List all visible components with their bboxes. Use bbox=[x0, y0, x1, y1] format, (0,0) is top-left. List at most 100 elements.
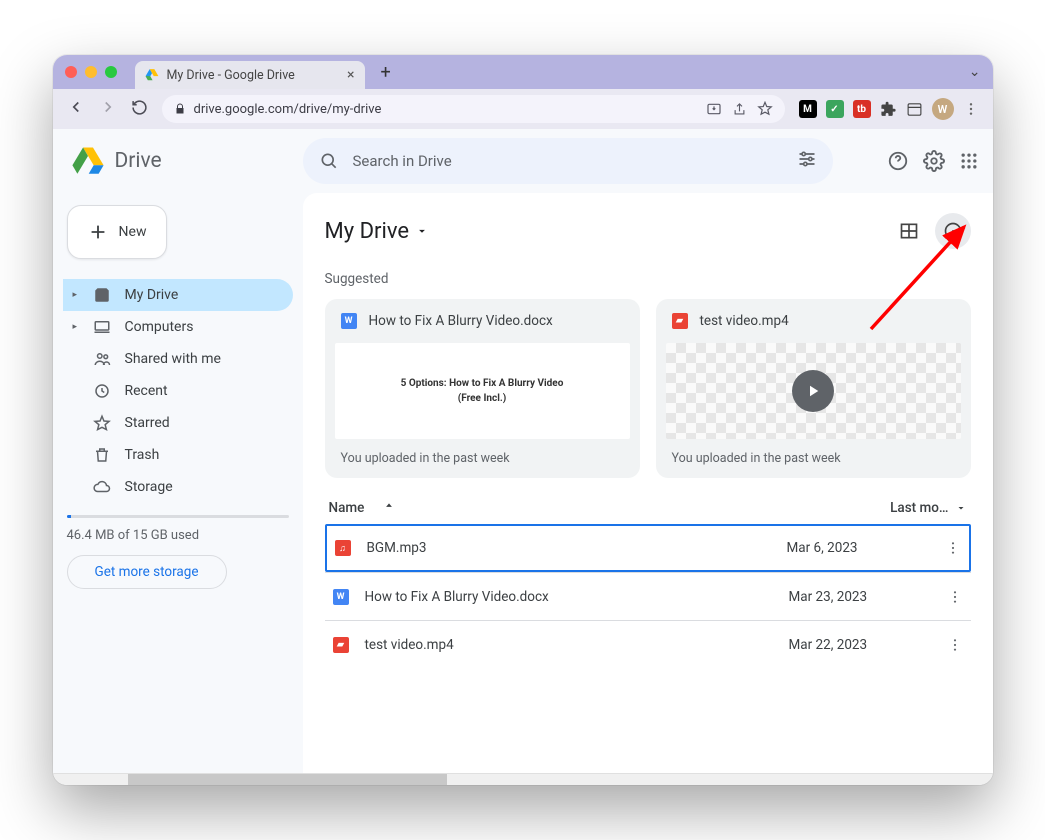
bookmark-star-icon[interactable] bbox=[757, 101, 773, 117]
my-drive-icon bbox=[93, 286, 111, 304]
file-date: Mar 22, 2023 bbox=[789, 637, 929, 653]
expand-arrow-icon[interactable]: ▸ bbox=[73, 322, 79, 332]
reading-list-icon[interactable] bbox=[906, 101, 923, 118]
chevron-down-icon[interactable] bbox=[955, 502, 967, 514]
extensions-puzzle-icon[interactable] bbox=[880, 101, 897, 118]
help-icon[interactable] bbox=[887, 150, 909, 172]
horizontal-scrollbar[interactable] bbox=[53, 773, 993, 785]
col-name[interactable]: Name bbox=[329, 500, 365, 516]
table-row[interactable]: ♫ BGM.mp3 Mar 6, 2023 bbox=[325, 524, 971, 572]
cloud-icon bbox=[93, 478, 111, 496]
window-minimize-chevron-icon[interactable]: ⌄ bbox=[969, 64, 981, 80]
file-name: How to Fix A Blurry Video.docx bbox=[365, 589, 549, 605]
layout-grid-button[interactable] bbox=[891, 213, 927, 249]
new-button[interactable]: New bbox=[67, 205, 167, 259]
search-input[interactable]: Search in Drive bbox=[303, 138, 833, 184]
card-footer: You uploaded in the past week bbox=[325, 439, 640, 466]
expand-arrow-icon[interactable]: ▸ bbox=[73, 290, 79, 300]
url-text: drive.google.com/drive/my-drive bbox=[194, 102, 382, 117]
share-icon[interactable] bbox=[732, 102, 747, 117]
file-date: Mar 6, 2023 bbox=[787, 540, 927, 556]
storage-usage-text: 46.4 MB of 15 GB used bbox=[67, 528, 293, 543]
plus-icon bbox=[87, 221, 109, 243]
play-icon bbox=[792, 370, 834, 412]
extension-check-icon[interactable]: ✓ bbox=[826, 100, 844, 118]
drive-favicon-icon bbox=[145, 68, 159, 82]
sidebar-item-my-drive[interactable]: ▸ My Drive bbox=[63, 279, 293, 311]
table-columns: Name Last mo… bbox=[325, 500, 971, 516]
computers-icon bbox=[93, 318, 111, 336]
file-table: ♫ BGM.mp3 Mar 6, 2023 W How to Fix A Blurr… bbox=[325, 524, 971, 668]
main-panel: My Drive Suggested W How to Fix A Blurry … bbox=[303, 193, 993, 773]
sidebar: New ▸ My Drive ▸ Computers Shared with m… bbox=[53, 193, 303, 773]
browser-menu-icon[interactable] bbox=[963, 101, 979, 117]
sidebar-item-label: Storage bbox=[125, 479, 173, 495]
info-icon bbox=[943, 221, 963, 241]
new-tab-button[interactable]: + bbox=[381, 62, 391, 83]
back-button[interactable] bbox=[67, 98, 85, 120]
chevron-down-icon bbox=[415, 224, 429, 238]
extension-icons: M ✓ tb W bbox=[799, 98, 979, 120]
row-more-icon[interactable] bbox=[947, 637, 963, 653]
sidebar-item-computers[interactable]: ▸ Computers bbox=[63, 311, 293, 343]
recent-clock-icon bbox=[93, 382, 111, 400]
extension-tb-icon[interactable]: tb bbox=[853, 100, 871, 118]
apps-grid-icon[interactable] bbox=[959, 151, 979, 171]
word-doc-icon: W bbox=[341, 313, 357, 329]
traffic-lights bbox=[65, 66, 117, 78]
audio-file-icon: ♫ bbox=[335, 540, 351, 556]
storage-progress bbox=[67, 515, 289, 518]
close-window-button[interactable] bbox=[65, 66, 77, 78]
table-row[interactable]: WHow to Fix A Blurry Video.docx Mar 23, … bbox=[325, 572, 971, 620]
table-row[interactable]: ▰ test video.mp4 Mar 22, 2023 bbox=[325, 620, 971, 668]
sidebar-item-starred[interactable]: Starred bbox=[63, 407, 293, 439]
profile-avatar[interactable]: W bbox=[932, 98, 954, 120]
sort-ascending-icon[interactable] bbox=[382, 501, 396, 515]
row-more-icon[interactable] bbox=[947, 589, 963, 605]
sidebar-item-label: Starred bbox=[125, 415, 170, 431]
sidebar-item-storage[interactable]: Storage bbox=[63, 471, 293, 503]
suggested-section-label: Suggested bbox=[325, 271, 971, 287]
word-doc-icon: W bbox=[333, 589, 349, 605]
window-titlebar: My Drive - Google Drive × + ⌄ bbox=[53, 55, 993, 89]
suggested-card[interactable]: W How to Fix A Blurry Video.docx 5 Option… bbox=[325, 299, 640, 478]
file-name: test video.mp4 bbox=[365, 637, 454, 653]
video-file-icon: ▰ bbox=[333, 637, 349, 653]
forward-button[interactable] bbox=[99, 98, 117, 120]
settings-gear-icon[interactable] bbox=[923, 150, 945, 172]
sidebar-item-shared[interactable]: Shared with me bbox=[63, 343, 293, 375]
card-preview bbox=[666, 343, 961, 439]
view-details-button[interactable] bbox=[935, 213, 971, 249]
drive-logo-icon bbox=[71, 144, 105, 178]
extension-m-icon[interactable]: M bbox=[799, 100, 817, 118]
search-tune-icon[interactable] bbox=[797, 149, 817, 173]
get-more-storage-button[interactable]: Get more storage bbox=[67, 555, 227, 589]
card-title: How to Fix A Blurry Video.docx bbox=[369, 313, 553, 329]
col-lastmod[interactable]: Last mo… bbox=[890, 500, 948, 516]
lock-icon bbox=[174, 103, 186, 115]
search-icon bbox=[319, 151, 339, 171]
sidebar-item-label: Recent bbox=[125, 383, 168, 399]
maximize-window-button[interactable] bbox=[105, 66, 117, 78]
tab-close-icon[interactable]: × bbox=[347, 67, 354, 83]
browser-tab[interactable]: My Drive - Google Drive × bbox=[135, 61, 365, 89]
sidebar-item-label: Computers bbox=[125, 319, 194, 335]
card-preview: 5 Options: How to Fix A Blurry Video (Fr… bbox=[335, 343, 630, 439]
sidebar-item-trash[interactable]: Trash bbox=[63, 439, 293, 471]
video-file-icon: ▰ bbox=[672, 313, 688, 329]
browser-toolbar: drive.google.com/drive/my-drive M ✓ tb W bbox=[53, 89, 993, 129]
suggested-card[interactable]: ▰ test video.mp4 You uploaded in the past… bbox=[656, 299, 971, 478]
address-bar[interactable]: drive.google.com/drive/my-drive bbox=[162, 95, 785, 123]
page-title[interactable]: My Drive bbox=[325, 219, 430, 244]
row-more-icon[interactable] bbox=[945, 540, 961, 556]
card-title: test video.mp4 bbox=[700, 313, 789, 329]
shared-icon bbox=[93, 350, 111, 368]
drive-logo[interactable]: Drive bbox=[71, 144, 291, 178]
drive-header: Drive Search in Drive bbox=[53, 129, 993, 193]
file-name: BGM.mp3 bbox=[367, 540, 427, 556]
install-icon[interactable] bbox=[706, 101, 722, 117]
minimize-window-button[interactable] bbox=[85, 66, 97, 78]
card-footer: You uploaded in the past week bbox=[656, 439, 971, 466]
reload-button[interactable] bbox=[131, 99, 148, 120]
sidebar-item-recent[interactable]: Recent bbox=[63, 375, 293, 407]
